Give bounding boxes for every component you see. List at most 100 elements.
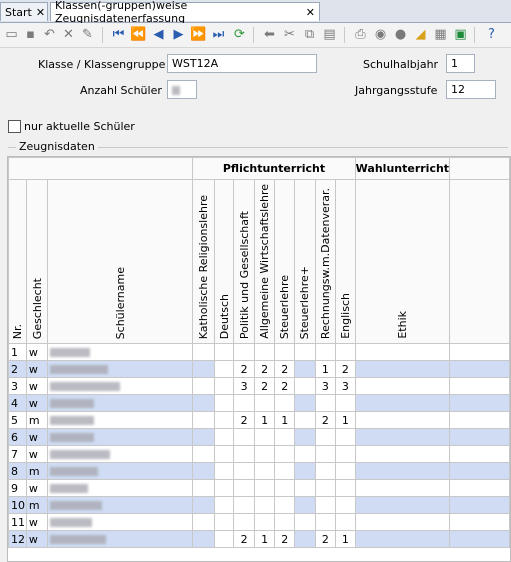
- grade-cell[interactable]: [314, 479, 337, 497]
- grade-cell[interactable]: [314, 343, 337, 361]
- grade-cell[interactable]: 1: [335, 530, 356, 548]
- grade-cell[interactable]: [213, 360, 235, 378]
- grade-cell[interactable]: [354, 530, 451, 548]
- jahrgang-field[interactable]: 12: [446, 80, 496, 99]
- table-row[interactable]: 5m21121: [8, 411, 510, 429]
- grade-cell[interactable]: [335, 428, 356, 446]
- grade-cell[interactable]: 2: [314, 530, 337, 548]
- table-row[interactable]: 2w22212: [8, 360, 510, 378]
- grade-cell[interactable]: [192, 411, 215, 429]
- grade-cell[interactable]: [274, 343, 296, 361]
- column-header[interactable]: Steuerlehre: [274, 179, 296, 344]
- grade-cell[interactable]: [192, 479, 215, 497]
- print-icon[interactable]: ⎙: [352, 26, 369, 43]
- refresh-icon[interactable]: ⟳: [231, 26, 248, 43]
- grade-cell[interactable]: [294, 343, 316, 361]
- grade-cell[interactable]: 3: [314, 377, 337, 395]
- grade-cell[interactable]: [233, 462, 255, 480]
- grade-cell[interactable]: [294, 479, 316, 497]
- paste-icon[interactable]: ▤: [321, 26, 338, 43]
- grade-cell[interactable]: [314, 428, 337, 446]
- column-header[interactable]: Ethik: [354, 179, 451, 344]
- grade-cell[interactable]: 1: [274, 411, 296, 429]
- grade-cell[interactable]: [335, 513, 356, 531]
- grade-cell[interactable]: [192, 496, 215, 514]
- grade-cell[interactable]: [335, 394, 356, 412]
- table-row[interactable]: 10 m: [8, 496, 510, 514]
- grade-cell[interactable]: [213, 530, 235, 548]
- grade-cell[interactable]: [314, 445, 337, 463]
- filter-icon[interactable]: ◢: [412, 26, 429, 43]
- grade-cell[interactable]: [294, 445, 316, 463]
- grade-cell[interactable]: [213, 411, 235, 429]
- back-icon[interactable]: ⬅: [261, 26, 278, 43]
- save-icon[interactable]: ▪: [22, 26, 39, 43]
- grade-cell[interactable]: [192, 462, 215, 480]
- table-row[interactable]: 6w: [8, 428, 510, 446]
- grade-cell[interactable]: [253, 428, 276, 446]
- prev-icon[interactable]: ◀: [150, 26, 167, 43]
- grade-cell[interactable]: [233, 513, 255, 531]
- grade-cell[interactable]: [213, 513, 235, 531]
- grade-cell[interactable]: [294, 496, 316, 514]
- cut-icon[interactable]: ✂: [281, 26, 298, 43]
- grade-cell[interactable]: [213, 496, 235, 514]
- grade-cell[interactable]: [354, 479, 451, 497]
- help-icon[interactable]: ?: [483, 26, 500, 43]
- grade-cell[interactable]: [233, 343, 255, 361]
- grade-cell[interactable]: [253, 343, 276, 361]
- last-icon[interactable]: ⏭: [210, 26, 227, 43]
- grade-cell[interactable]: [233, 428, 255, 446]
- grade-cell[interactable]: [192, 445, 215, 463]
- column-header[interactable]: Allgemeine Wirtschaftslehre: [253, 179, 276, 344]
- grade-cell[interactable]: [192, 343, 215, 361]
- table-row[interactable]: 8m: [8, 462, 510, 480]
- first-icon[interactable]: ⏮: [110, 26, 127, 43]
- grade-cell[interactable]: 1: [253, 411, 276, 429]
- column-header[interactable]: Steuerlehre+: [294, 179, 316, 344]
- klasse-field[interactable]: WST12A: [167, 54, 317, 73]
- grade-cell[interactable]: [335, 496, 356, 514]
- table-row[interactable]: 7w: [8, 445, 510, 463]
- grade-cell[interactable]: [294, 411, 316, 429]
- column-header[interactable]: Geschlecht: [25, 179, 49, 344]
- preview-icon[interactable]: ◉: [372, 26, 389, 43]
- grade-cell[interactable]: [253, 496, 276, 514]
- grade-cell[interactable]: [294, 513, 316, 531]
- grade-cell[interactable]: 2: [274, 377, 296, 395]
- grade-cell[interactable]: [274, 513, 296, 531]
- grade-cell[interactable]: [294, 394, 316, 412]
- grade-cell[interactable]: [233, 445, 255, 463]
- grade-cell[interactable]: [314, 513, 337, 531]
- grade-cell[interactable]: [213, 428, 235, 446]
- grade-cell[interactable]: [274, 479, 296, 497]
- grade-cell[interactable]: [192, 428, 215, 446]
- column-header[interactable]: Politik und Gesellschaft: [233, 179, 255, 344]
- grade-cell[interactable]: [192, 394, 215, 412]
- grade-cell[interactable]: [354, 411, 451, 429]
- column-header[interactable]: Deutsch: [213, 179, 235, 344]
- bulb-icon[interactable]: ●: [392, 26, 409, 43]
- grade-cell[interactable]: [354, 428, 451, 446]
- tab-start[interactable]: Start ✕: [0, 2, 48, 21]
- next-icon[interactable]: ▶: [170, 26, 187, 43]
- grade-cell[interactable]: [213, 479, 235, 497]
- grade-cell[interactable]: 2: [253, 360, 276, 378]
- grade-cell[interactable]: [253, 462, 276, 480]
- grade-cell[interactable]: [213, 377, 235, 395]
- grade-cell[interactable]: [233, 394, 255, 412]
- grade-cell[interactable]: [335, 462, 356, 480]
- table-row[interactable]: 12 w 2 1 2 2 1: [8, 530, 510, 548]
- column-header[interactable]: Englisch: [335, 179, 356, 344]
- grade-cell[interactable]: 2: [253, 377, 276, 395]
- grade-cell[interactable]: 1: [314, 360, 337, 378]
- grade-cell[interactable]: 2: [335, 360, 356, 378]
- grade-cell[interactable]: [274, 462, 296, 480]
- grade-cell[interactable]: [274, 428, 296, 446]
- grade-cell[interactable]: [233, 479, 255, 497]
- grade-cell[interactable]: [274, 445, 296, 463]
- grade-cell[interactable]: [274, 394, 296, 412]
- grade-cell[interactable]: [253, 394, 276, 412]
- table-row[interactable]: 3w32233: [8, 377, 510, 395]
- grade-cell[interactable]: 3: [335, 377, 356, 395]
